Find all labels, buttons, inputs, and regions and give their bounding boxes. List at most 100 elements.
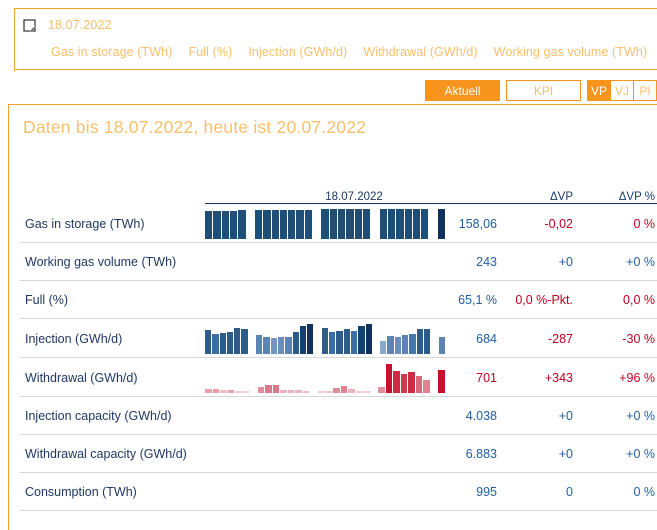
sparkline-bar (385, 363, 393, 393)
sparkline-bar (205, 388, 212, 393)
row-sparkline (205, 357, 445, 397)
header-dvp-pct: ΔVP % (581, 177, 657, 204)
header-label-blank (19, 177, 205, 203)
row-dvp: -0,02 (503, 203, 581, 243)
sparkline-bar (272, 384, 280, 393)
row-dvp: +0 (503, 434, 581, 473)
sparkline-gap (310, 392, 317, 393)
sparkline-bar (346, 208, 354, 239)
sparkline-bar (329, 208, 337, 239)
link-gas-in-storage[interactable]: Gas in storage (TWh) (51, 45, 172, 59)
sparkline-bar (256, 334, 263, 354)
row-value: 701 (445, 357, 503, 397)
sparkline-bar (271, 209, 279, 239)
sparkline-bar (296, 209, 304, 239)
row-value: 243 (445, 242, 503, 281)
sparkline-bar (333, 387, 340, 393)
main-panel: Daten bis 18.07.2022, heute ist 20.07.20… (8, 104, 657, 530)
sparkline-bar (393, 370, 400, 393)
sparkline-bar (304, 209, 313, 239)
row-value: 4.038 (445, 396, 503, 435)
sparkline-bar (350, 330, 358, 354)
sparkline-gap (250, 392, 257, 393)
table-row: Injection (GWh/d) 684 -287 -30 % (19, 318, 657, 358)
table-row: Withdrawal (GWh/d) 701 +343 +96 % (19, 357, 657, 397)
sparkline-bar (423, 328, 431, 354)
sparkline-bar (279, 209, 288, 239)
sparkline-bar (219, 332, 226, 354)
toggle-vp[interactable]: VP (587, 80, 611, 101)
row-dvp-pct: +96 % (581, 357, 657, 397)
sparkline-bar (221, 210, 229, 239)
sparkline-bar (378, 386, 385, 393)
link-withdrawal[interactable]: Withdrawal (GWh/d) (363, 45, 477, 59)
sparkline-bars (205, 319, 445, 357)
sparkline-bar (404, 208, 412, 239)
sparkline-bar (363, 390, 370, 393)
sparkline-bar (354, 208, 362, 239)
sparkline-gap (371, 392, 378, 393)
sparkline-bar (227, 389, 235, 393)
sparkline-bar (257, 386, 265, 393)
sparkline-bar (379, 208, 387, 239)
row-label: Injection capacity (GWh/d) (19, 396, 205, 435)
sparkline-bar (307, 323, 314, 354)
sparkline-bar (408, 371, 415, 393)
sparkline-bar (365, 323, 372, 354)
sparkline-bar (321, 327, 329, 354)
link-working-gas-volume[interactable]: Working gas volume (TWh) (494, 45, 648, 59)
table-body: Gas in storage (TWh) 158,06 -0,02 0 % Workin… (19, 203, 657, 511)
sparkline-bar (409, 333, 416, 354)
toggle-vj[interactable]: VJ (611, 80, 634, 101)
sparkline-bar (380, 340, 387, 354)
sparkline-gap (314, 353, 320, 354)
sparkline-bar (242, 390, 250, 393)
sparkline-bar (302, 390, 310, 393)
row-value: 995 (445, 472, 503, 511)
sparkline-bar (265, 384, 272, 393)
sparkline-bars (205, 358, 445, 396)
header-spark-date: 18.07.2022 (205, 177, 503, 204)
row-sparkline (205, 203, 446, 243)
row-dvp: +0 (503, 242, 581, 281)
row-value: 6.883 (445, 434, 503, 473)
sparkline-bar (292, 331, 299, 354)
table-row: Full (%) 65,1 % 0,0 %-Pkt. 0,0 % (19, 280, 657, 319)
sparkline-bar (421, 208, 429, 239)
sparkline-bar (438, 336, 445, 354)
metrics-table: 18.07.2022 ΔVP ΔVP % Gas in storage (TWh… (19, 177, 657, 511)
sparkline-bar (226, 331, 234, 354)
sparkline-bar (270, 337, 277, 354)
view-toggle-bar: Aktuell KPI VP VJ PI (425, 80, 657, 101)
metric-links: Gas in storage (TWh) Full (%) Injection … (51, 45, 647, 59)
header-date: 18.07.2022 (48, 18, 112, 32)
tab-kpi[interactable]: KPI (506, 80, 581, 101)
sparkline-bar (241, 328, 248, 354)
sparkline-gap (313, 238, 320, 239)
sparkline-gap (373, 353, 379, 354)
row-label: Gas in storage (TWh) (19, 203, 205, 243)
top-info-panel: 18.07.2022 Gas in storage (TWh) Full (%)… (14, 8, 657, 72)
corner-bracket-icon[interactable] (23, 18, 36, 32)
link-injection[interactable]: Injection (GWh/d) (248, 45, 347, 59)
sparkline-bar (280, 389, 287, 393)
sparkline-bar (235, 390, 242, 393)
sparkline-bar (234, 327, 241, 354)
toggle-pi[interactable]: PI (634, 80, 657, 101)
sparkline-bar (423, 379, 430, 393)
sparkline-bar (387, 208, 396, 239)
row-sparkline-empty (205, 396, 445, 435)
sparkline-bar (238, 209, 246, 239)
sparkline-bar (288, 209, 296, 239)
row-dvp: -287 (503, 318, 581, 358)
row-dvp-pct: +0 % (581, 396, 657, 435)
sparkline-bar (229, 210, 238, 239)
sparkline-bar (412, 208, 421, 239)
link-full[interactable]: Full (%) (188, 45, 232, 59)
tab-aktuell[interactable]: Aktuell (425, 80, 500, 101)
row-sparkline-empty (205, 434, 445, 473)
sparkline-bar (437, 208, 446, 239)
sparkline-bar (205, 329, 212, 354)
sparkline-bar (212, 333, 219, 354)
sparkline-bar (277, 336, 285, 354)
